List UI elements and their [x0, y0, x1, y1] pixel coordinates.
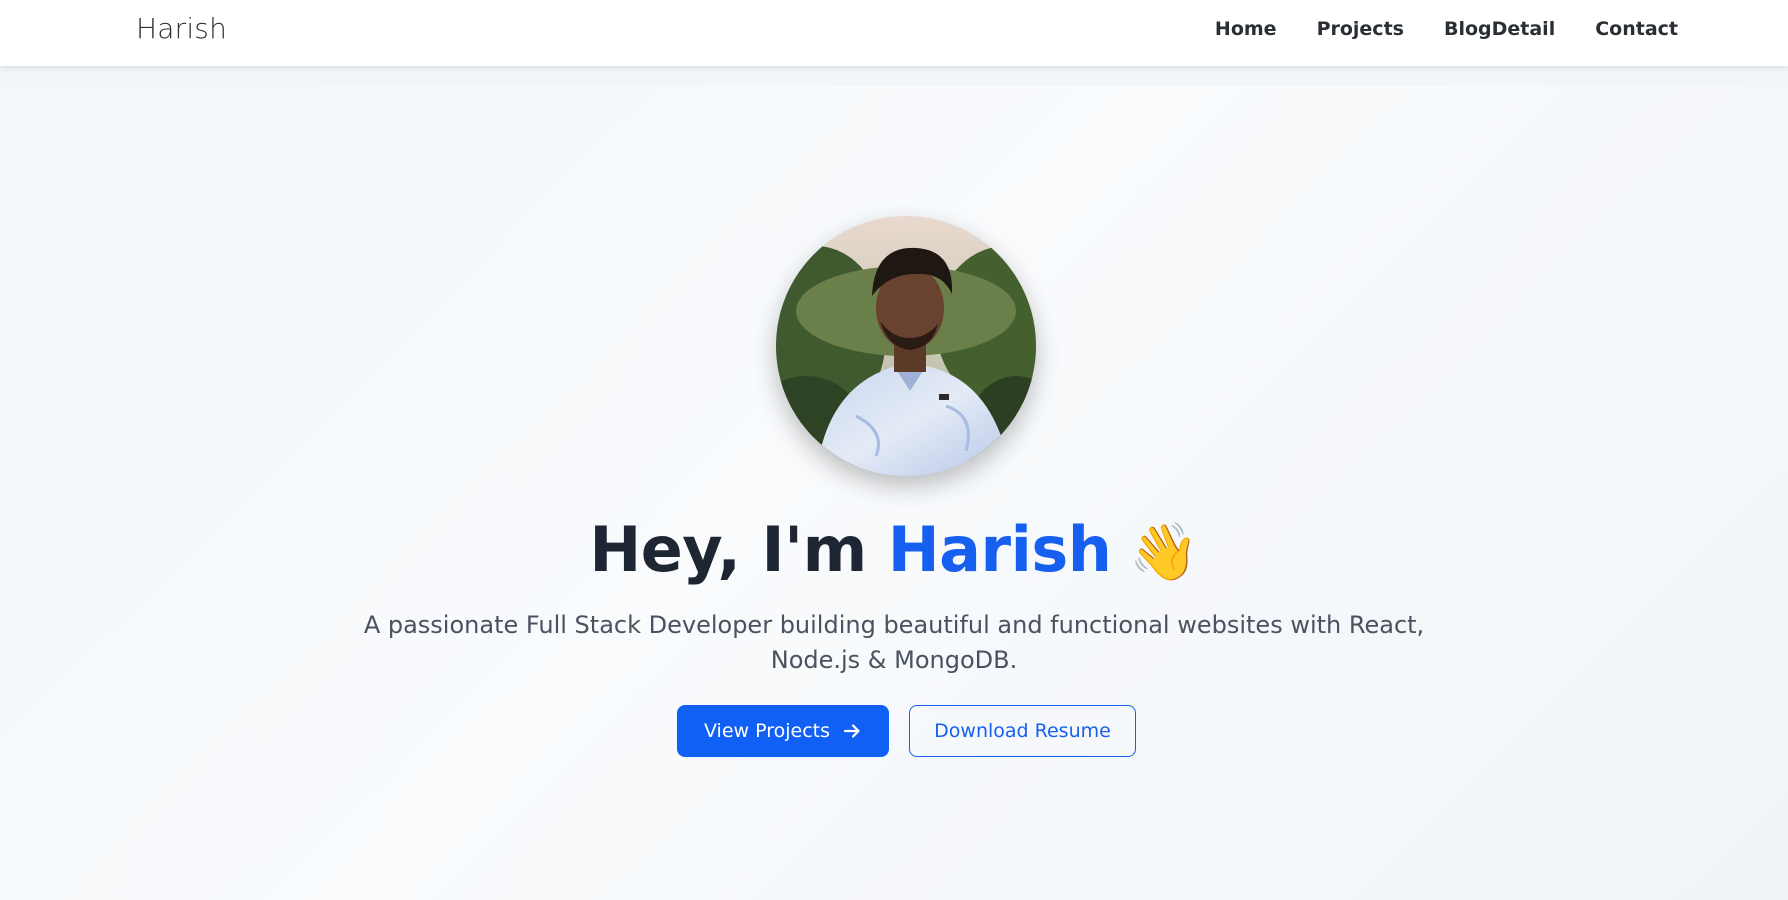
view-projects-label: View Projects — [703, 720, 831, 742]
download-resume-button[interactable]: Download Resume — [909, 705, 1136, 757]
hero-actions: View Projects Download Resume — [677, 705, 1136, 757]
nav-link-projects[interactable]: Projects — [1317, 18, 1404, 40]
nav-link-home[interactable]: Home — [1215, 18, 1277, 40]
view-projects-button[interactable]: View Projects — [677, 705, 889, 757]
headline-name: Harish — [887, 513, 1112, 586]
hero-headline: Hey, I'm Harish 👋 — [0, 510, 1788, 593]
arrow-right-icon — [843, 724, 860, 738]
nav-link-blogdetail[interactable]: BlogDetail — [1444, 18, 1555, 40]
nav-link-contact[interactable]: Contact — [1595, 18, 1678, 40]
nav-links: Home Projects BlogDetail Contact — [1215, 18, 1678, 40]
headline-prefix: Hey, I'm — [589, 513, 888, 586]
profile-photo-icon — [776, 216, 1036, 476]
brand-logo[interactable]: Harish — [136, 12, 227, 45]
download-resume-label: Download Resume — [934, 720, 1111, 742]
navbar: Harish Home Projects BlogDetail Contact — [0, 0, 1788, 66]
hero-section — [0, 86, 1788, 900]
hero-subtitle: A passionate Full Stack Developer buildi… — [363, 611, 1425, 674]
waving-hand-icon: 👋 — [1129, 520, 1199, 585]
avatar — [776, 216, 1036, 476]
